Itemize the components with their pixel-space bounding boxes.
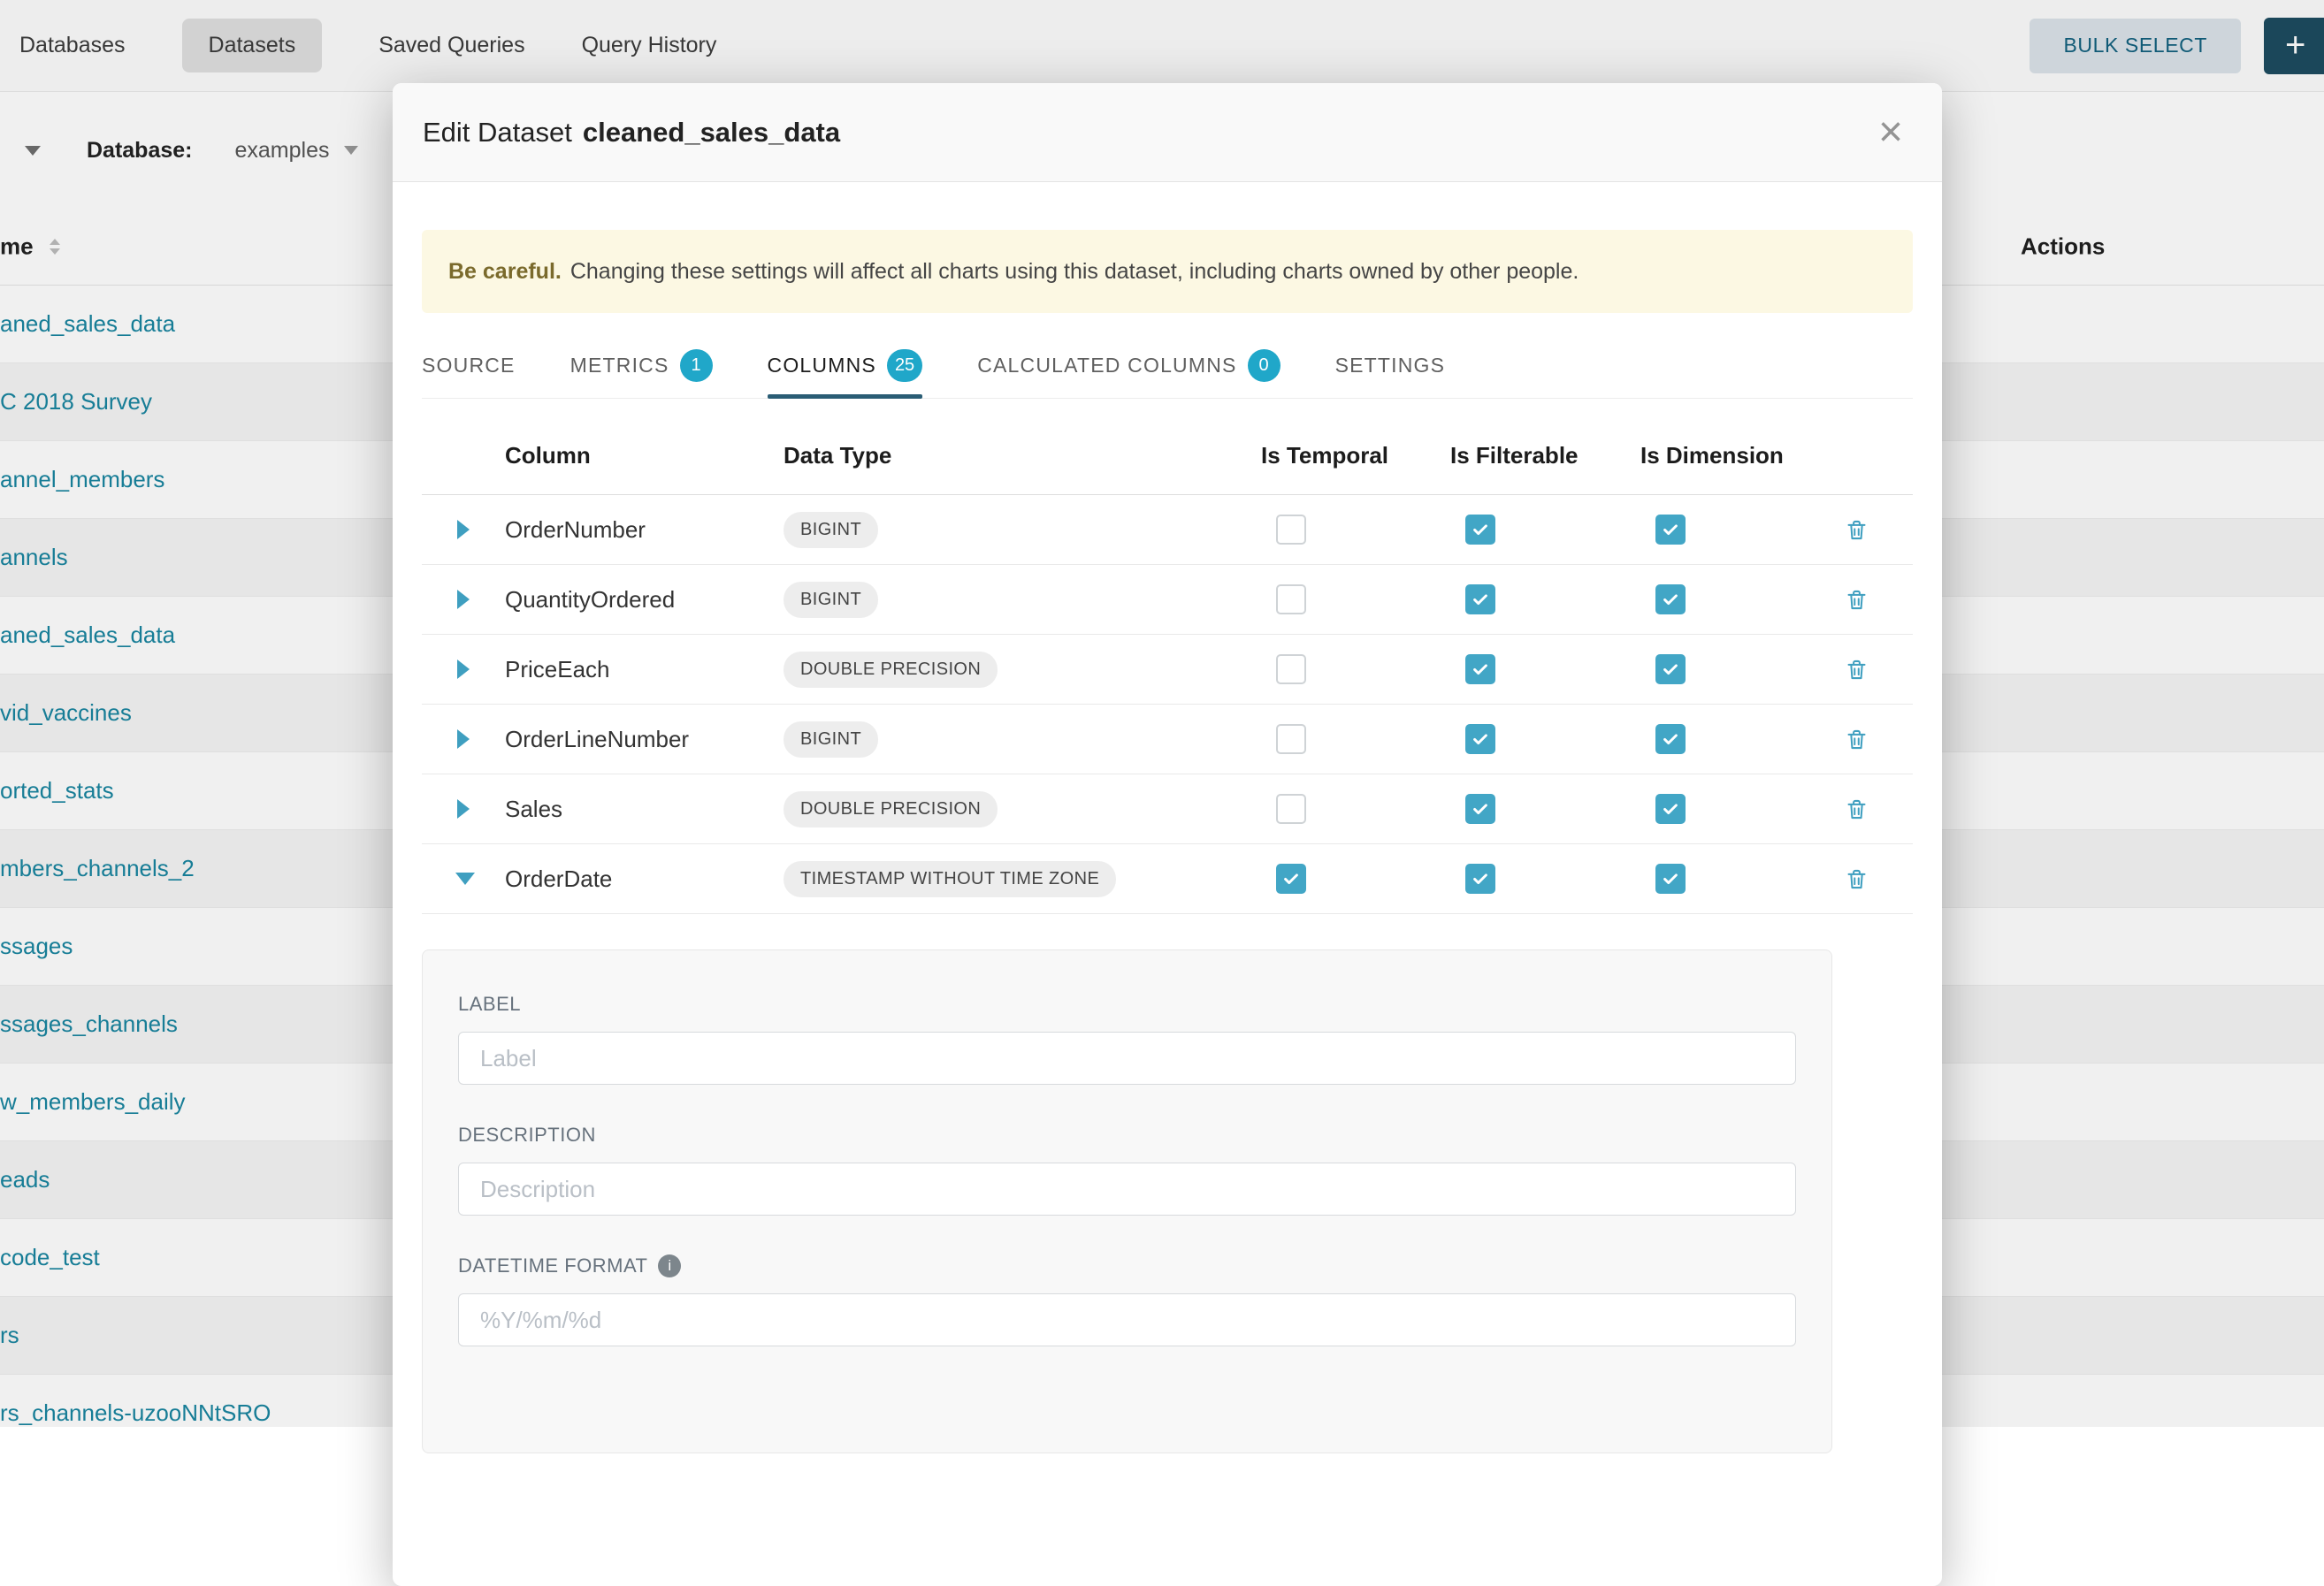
- chevron-right-icon[interactable]: [457, 660, 470, 679]
- data-type-pill: BIGINT: [784, 512, 878, 548]
- edit-dataset-modal: Edit Dataset cleaned_sales_data × Be care…: [393, 83, 1942, 1586]
- tab-columns[interactable]: COLUMNS 25: [768, 332, 923, 398]
- column-name: Sales: [505, 796, 784, 823]
- column-detail-panel: LABEL DESCRIPTION DATETIME FORMAT i: [422, 949, 1832, 1453]
- chevron-right-icon[interactable]: [457, 520, 470, 539]
- datetime-format-label-text: DATETIME FORMAT: [458, 1254, 647, 1277]
- tab-label: SOURCE: [422, 354, 516, 377]
- data-type-pill: BIGINT: [784, 721, 878, 758]
- modal-header: Edit Dataset cleaned_sales_data ×: [393, 83, 1942, 182]
- is-filterable-checkbox[interactable]: [1465, 794, 1495, 824]
- is-filterable-checkbox[interactable]: [1465, 724, 1495, 754]
- datetime-format-field-group: DATETIME FORMAT i: [458, 1254, 1796, 1346]
- modal-title: Edit Dataset cleaned_sales_data: [423, 117, 840, 149]
- columns-table-header: Column Data Type Is Temporal Is Filterab…: [422, 416, 1913, 495]
- data-type-pill: DOUBLE PRECISION: [784, 652, 998, 688]
- is-dimension-checkbox[interactable]: [1655, 515, 1686, 545]
- label-field-label: LABEL: [458, 993, 1796, 1016]
- modal-tabs: SOURCE METRICS 1 COLUMNS 25 CALCULATED COLUMN…: [422, 332, 1913, 399]
- is-temporal-checkbox[interactable]: [1276, 515, 1306, 545]
- delete-column-icon[interactable]: [1845, 728, 1869, 751]
- datetime-format-input[interactable]: [458, 1293, 1796, 1346]
- chevron-right-icon[interactable]: [457, 590, 470, 609]
- data-type-pill: TIMESTAMP WITHOUT TIME ZONE: [784, 861, 1116, 897]
- tab-label: SETTINGS: [1335, 354, 1446, 377]
- is-filterable-checkbox[interactable]: [1465, 654, 1495, 684]
- column-name: OrderDate: [505, 865, 784, 893]
- tab-label: CALCULATED COLUMNS: [977, 354, 1236, 377]
- delete-column-icon[interactable]: [1845, 658, 1869, 682]
- column-name: OrderNumber: [505, 516, 784, 544]
- description-field-label: DESCRIPTION: [458, 1124, 1796, 1147]
- column-row: SalesDOUBLE PRECISION: [422, 774, 1913, 844]
- is-temporal-checkbox[interactable]: [1276, 794, 1306, 824]
- modal-title-prefix: Edit Dataset: [423, 117, 572, 148]
- is-dimension-checkbox[interactable]: [1655, 724, 1686, 754]
- description-field-label-text: DESCRIPTION: [458, 1124, 596, 1147]
- close-icon[interactable]: ×: [1878, 111, 1903, 154]
- column-header-data-type: Data Type: [784, 442, 1261, 469]
- tab-calculated-columns[interactable]: CALCULATED COLUMNS 0: [977, 332, 1280, 398]
- column-name: QuantityOrdered: [505, 586, 784, 614]
- delete-column-icon[interactable]: [1845, 797, 1869, 821]
- warning-banner-bold: Be careful.: [448, 259, 562, 285]
- column-row: QuantityOrderedBIGINT: [422, 565, 1913, 635]
- tab-settings[interactable]: SETTINGS: [1335, 332, 1446, 398]
- is-dimension-checkbox[interactable]: [1655, 584, 1686, 614]
- is-temporal-checkbox[interactable]: [1276, 724, 1306, 754]
- is-filterable-checkbox[interactable]: [1465, 515, 1495, 545]
- label-field-label-text: LABEL: [458, 993, 521, 1016]
- tab-label: METRICS: [570, 354, 669, 377]
- tab-count-badge: 25: [887, 349, 922, 382]
- warning-banner-text: Changing these settings will affect all …: [570, 259, 1579, 285]
- info-icon[interactable]: i: [658, 1254, 681, 1277]
- column-header-is-dimension: Is Dimension: [1640, 442, 1845, 469]
- warning-banner: Be careful. Changing these settings will…: [422, 230, 1913, 313]
- tab-count-badge: 1: [680, 349, 713, 382]
- is-dimension-checkbox[interactable]: [1655, 864, 1686, 894]
- datetime-format-field-label: DATETIME FORMAT i: [458, 1254, 1796, 1277]
- column-row: OrderLineNumberBIGINT: [422, 705, 1913, 774]
- is-temporal-checkbox[interactable]: [1276, 584, 1306, 614]
- delete-column-icon[interactable]: [1845, 588, 1869, 612]
- column-header-column: Column: [505, 442, 784, 469]
- chevron-right-icon[interactable]: [457, 799, 470, 819]
- column-row: OrderDateTIMESTAMP WITHOUT TIME ZONE: [422, 844, 1913, 914]
- is-dimension-checkbox[interactable]: [1655, 794, 1686, 824]
- tab-label: COLUMNS: [768, 354, 876, 377]
- is-filterable-checkbox[interactable]: [1465, 584, 1495, 614]
- data-type-pill: BIGINT: [784, 582, 878, 618]
- delete-column-icon[interactable]: [1845, 518, 1869, 542]
- tab-metrics[interactable]: METRICS 1: [570, 332, 713, 398]
- columns-table-body: OrderNumberBIGINTQuantityOrderedBIGINTPr…: [422, 495, 1913, 914]
- is-temporal-checkbox[interactable]: [1276, 864, 1306, 894]
- tab-count-badge: 0: [1248, 349, 1280, 382]
- tab-source[interactable]: SOURCE: [422, 332, 516, 398]
- chevron-down-icon[interactable]: [455, 873, 475, 885]
- column-name: OrderLineNumber: [505, 726, 784, 753]
- column-header-is-filterable: Is Filterable: [1450, 442, 1640, 469]
- is-temporal-checkbox[interactable]: [1276, 654, 1306, 684]
- is-dimension-checkbox[interactable]: [1655, 654, 1686, 684]
- label-field-group: LABEL: [458, 993, 1796, 1085]
- column-row: OrderNumberBIGINT: [422, 495, 1913, 565]
- description-field-group: DESCRIPTION: [458, 1124, 1796, 1216]
- modal-body: Be careful. Changing these settings will…: [393, 230, 1942, 1453]
- column-header-is-temporal: Is Temporal: [1261, 442, 1450, 469]
- label-input[interactable]: [458, 1032, 1796, 1085]
- modal-title-dataset-name: cleaned_sales_data: [583, 117, 840, 148]
- delete-column-icon[interactable]: [1845, 867, 1869, 891]
- data-type-pill: DOUBLE PRECISION: [784, 791, 998, 827]
- column-name: PriceEach: [505, 656, 784, 683]
- chevron-right-icon[interactable]: [457, 729, 470, 749]
- description-input[interactable]: [458, 1163, 1796, 1216]
- is-filterable-checkbox[interactable]: [1465, 864, 1495, 894]
- column-row: PriceEachDOUBLE PRECISION: [422, 635, 1913, 705]
